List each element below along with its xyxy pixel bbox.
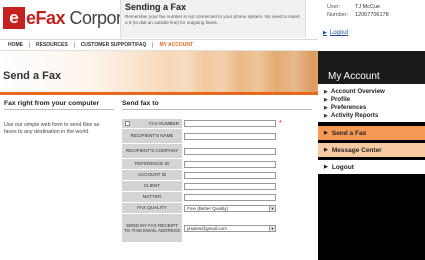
main-nav: HOME RESOURCES CUSTOMER SUPPORT/FAQ MY A… <box>0 40 318 51</box>
account-links: ▶ Account Overview ▶ Profile ▶ Preferences … <box>318 84 425 122</box>
field-label: FAX NUMBER <box>122 119 182 128</box>
intro-text: Use our simple web form to send files as… <box>4 122 100 135</box>
sidebar-item-label: Activity Reports <box>330 112 379 119</box>
header-logout-link[interactable]: ▶ Logout <box>323 30 348 36</box>
field-cell <box>182 144 312 158</box>
notice-text: Remember your fax number is not connecte… <box>125 14 300 25</box>
fax-quality-label: FAX QUALITY <box>122 203 182 213</box>
chevron-down-icon: ▼ <box>269 225 275 231</box>
reference-id-label: REFERENCE ID <box>122 159 182 169</box>
sidebar-send-fax-button[interactable]: ▶ Send a Fax <box>318 126 425 140</box>
form-row-recipient-name: RECIPIENT'S NAME <box>122 129 312 143</box>
recipient-company-input[interactable] <box>184 147 276 155</box>
form-row-recipient-company: RECIPIENT'S COMPANY <box>122 144 312 158</box>
bullet-icon: ▶ <box>324 147 328 153</box>
sidebar-item-preferences[interactable]: ▶ Preferences <box>324 104 425 112</box>
bullet-icon: ▶ <box>324 89 328 95</box>
form-row-matter: MATTER <box>122 192 312 202</box>
account-title: My Account <box>318 51 425 84</box>
field-cell: j4sales@gmail.com ▼ <box>182 214 312 242</box>
bullet-icon: ▶ <box>324 105 328 111</box>
user-row: User: TJ McCue <box>327 3 421 11</box>
arrow-right-icon: ▶ <box>323 30 327 36</box>
field-cell <box>182 170 312 180</box>
sidebar-button-label: Send a Fax <box>331 129 367 137</box>
notice-title: Sending a Fax <box>125 2 187 12</box>
intro-divider <box>4 109 114 110</box>
form-divider <box>122 109 312 110</box>
sidebar-logout-button[interactable]: ▶ Logout <box>318 160 425 174</box>
matter-label: MATTER <box>122 192 182 202</box>
sidebar-item-label: Preferences <box>330 104 367 111</box>
logout-label: Logout <box>329 30 349 36</box>
account-id-input[interactable] <box>184 171 276 179</box>
sidebar-item-activity-reports[interactable]: ▶ Activity Reports <box>324 112 425 120</box>
intro-heading: Fax right from your computer <box>4 100 100 107</box>
top-header: e eFax Corporate Sending a Fax Remember … <box>0 0 425 40</box>
form-row-client: CLIENT <box>122 181 312 191</box>
recipient-name-label: RECIPIENT'S NAME <box>122 129 182 143</box>
receipt-email-value: j4sales@gmail.com <box>187 225 227 231</box>
logo-mark: e <box>3 7 25 29</box>
sidebar-item-label: Account Overview <box>330 88 385 95</box>
fax-quality-value: Fine (Better Quality) <box>187 205 229 211</box>
number-label: Number: <box>327 12 349 18</box>
recipient-name-input[interactable] <box>184 132 276 140</box>
address-book-icon[interactable] <box>125 121 130 126</box>
account-id-label: ACCOUNT ID <box>122 170 182 180</box>
form-row-reference-id: REFERENCE ID <box>122 159 312 169</box>
page-title: Send a Fax <box>3 70 62 82</box>
sending-fax-notice: Sending a Fax Remember your fax number i… <box>120 0 306 38</box>
receipt-email-label: SEND MY FAX RECEIPT TO THIS EMAIL ADDRES… <box>122 214 182 242</box>
nav-item-resources[interactable]: RESOURCES <box>30 42 75 48</box>
bullet-icon: ▶ <box>324 130 328 136</box>
matter-input[interactable] <box>184 193 276 201</box>
field-cell <box>182 129 312 143</box>
bullet-icon: ▶ <box>324 97 328 103</box>
account-sidebar: My Account ▶ Account Overview ▶ Profile ▶ P… <box>318 51 425 260</box>
form-row-account-id: ACCOUNT ID <box>122 170 312 180</box>
client-label: CLIENT <box>122 181 182 191</box>
fax-quality-select[interactable]: Fine (Better Quality) ▼ <box>184 204 276 212</box>
fax-number-input[interactable] <box>184 120 276 127</box>
nav-item-home[interactable]: HOME <box>8 42 30 48</box>
nav-item-customer-support[interactable]: CUSTOMER SUPPORT/FAQ <box>75 42 154 48</box>
sidebar-item-account-overview[interactable]: ▶ Account Overview <box>324 88 425 96</box>
sidebar-item-label: Profile <box>330 96 351 103</box>
required-marker: * <box>279 120 282 127</box>
form-row-fax-number: FAX NUMBER * <box>122 119 312 128</box>
bullet-icon: ▶ <box>324 164 328 170</box>
sidebar-button-label: Message Center <box>331 146 382 154</box>
number-row: Number: 12067706178 <box>327 11 421 19</box>
field-cell: Fine (Better Quality) ▼ <box>182 203 312 213</box>
page-banner: Send a Fax <box>0 51 318 95</box>
send-fax-form: FAX NUMBER * RECIPIENT'S NAME RECIPIENT'… <box>122 119 312 243</box>
sidebar-item-profile[interactable]: ▶ Profile <box>324 96 425 104</box>
field-cell: * <box>182 119 312 128</box>
banner-divider <box>0 92 318 95</box>
chevron-down-icon: ▼ <box>269 205 275 211</box>
fax-number-value: 12067706178 <box>355 12 389 18</box>
nav-item-my-account[interactable]: MY ACCOUNT <box>153 42 199 48</box>
sidebar-message-center-button[interactable]: ▶ Message Center <box>318 143 425 157</box>
receipt-email-select[interactable]: j4sales@gmail.com ▼ <box>184 224 276 232</box>
form-row-receipt-email: SEND MY FAX RECEIPT TO THIS EMAIL ADDRES… <box>122 214 312 242</box>
field-cell <box>182 159 312 169</box>
form-row-fax-quality: FAX QUALITY Fine (Better Quality) ▼ <box>122 203 312 213</box>
field-cell <box>182 181 312 191</box>
reference-id-input[interactable] <box>184 160 276 168</box>
client-input[interactable] <box>184 182 276 190</box>
user-label: User: <box>327 4 341 10</box>
banner-decoration <box>168 51 318 95</box>
form-heading: Send fax to <box>122 100 159 107</box>
bullet-icon: ▶ <box>324 113 328 119</box>
fax-number-label: FAX NUMBER <box>149 120 179 126</box>
sidebar-button-label: Logout <box>331 163 354 171</box>
recipient-company-label: RECIPIENT'S COMPANY <box>122 144 182 158</box>
field-cell <box>182 192 312 202</box>
user-name: TJ McCue <box>355 4 381 10</box>
